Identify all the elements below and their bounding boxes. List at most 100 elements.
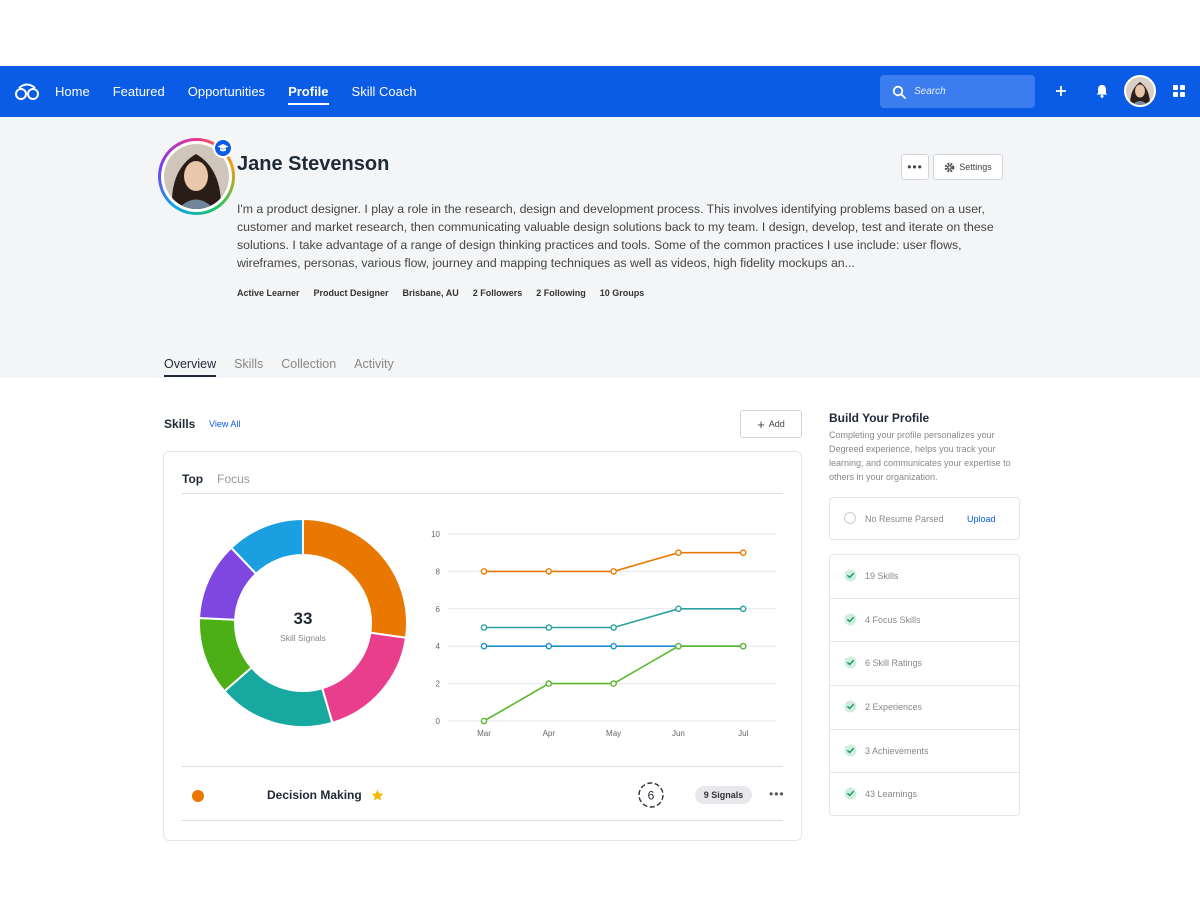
gear-icon xyxy=(944,162,955,172)
skill-rating-value: 6 xyxy=(648,789,655,803)
check-circle-icon xyxy=(844,787,857,800)
series-point-0[interactable] xyxy=(480,568,488,575)
profile-checklist: 19 Skills 4 Focus Skills 6 Skill Ratings 2 … xyxy=(829,554,1020,816)
x-tick-label: Mar xyxy=(477,729,491,738)
tab-focus[interactable]: Focus xyxy=(217,472,250,486)
donut-center-label: Skill Signals xyxy=(280,633,326,643)
profile-bio: I'm a product designer. I play a role in… xyxy=(237,202,994,270)
skill-name[interactable]: Decision Making xyxy=(267,788,362,802)
skill-color-dot xyxy=(192,790,204,802)
checklist-item[interactable]: 4 Focus Skills xyxy=(830,599,1019,643)
series-point-1[interactable] xyxy=(480,624,488,631)
y-tick-label: 8 xyxy=(436,567,441,576)
checklist-item-label: 4 Focus Skills xyxy=(865,614,921,625)
resume-upload-box: No Resume Parsed Upload xyxy=(829,497,1020,540)
y-tick-label: 4 xyxy=(436,642,441,651)
checklist-item[interactable]: 43 Learnings xyxy=(830,773,1019,817)
meta-role: Active Learner xyxy=(237,288,300,298)
apps-grid-icon[interactable] xyxy=(1170,82,1188,100)
check-circle-icon xyxy=(844,656,857,669)
checklist-item-label: 19 Skills xyxy=(865,571,899,581)
nav-skill-coach[interactable]: Skill Coach xyxy=(352,84,417,99)
series-point-2[interactable] xyxy=(480,642,488,650)
x-tick-label: Apr xyxy=(543,729,556,738)
profile-tabs: Overview Skills Collection Activity xyxy=(164,357,412,377)
y-tick-label: 2 xyxy=(436,680,441,689)
profile-avatar xyxy=(158,138,235,215)
y-tick-label: 0 xyxy=(436,717,441,726)
skills-card-tabs: Top Focus xyxy=(182,472,264,486)
nav-opportunities[interactable]: Opportunities xyxy=(188,84,265,99)
settings-button[interactable]: Settings xyxy=(933,154,1003,180)
series-point-3[interactable] xyxy=(739,642,747,650)
plus-icon: + xyxy=(757,416,765,432)
y-tick-label: 10 xyxy=(431,530,440,539)
main-nav: Home Featured Opportunities Profile Skil… xyxy=(55,66,440,117)
meta-groups[interactable]: 10 Groups xyxy=(600,288,645,298)
series-point-1[interactable] xyxy=(610,624,617,631)
build-profile-description: Completing your profile personalizes you… xyxy=(829,430,1011,482)
add-label: Add xyxy=(768,419,785,429)
checklist-item[interactable]: 19 Skills xyxy=(830,555,1019,599)
donut-slice-1[interactable] xyxy=(320,631,408,725)
resume-status-text: No Resume Parsed xyxy=(865,514,944,524)
upload-resume-link[interactable]: Upload xyxy=(967,514,996,524)
check-circle-icon xyxy=(844,613,857,626)
tab-overview[interactable]: Overview xyxy=(164,357,217,377)
tab-activity[interactable]: Activity xyxy=(354,357,394,377)
profile-name: Jane Stevenson xyxy=(237,153,390,175)
meta-followers[interactable]: 2 Followers xyxy=(473,288,523,298)
search-box[interactable] xyxy=(880,75,1035,108)
series-point-1[interactable] xyxy=(739,605,747,613)
y-tick-label: 6 xyxy=(436,605,441,614)
view-all-skills-link[interactable]: View All xyxy=(209,419,240,429)
nav-profile[interactable]: Profile xyxy=(288,84,330,105)
series-point-3[interactable] xyxy=(610,680,617,687)
x-tick-label: Jun xyxy=(672,729,685,738)
check-circle-icon xyxy=(844,569,857,582)
series-point-3[interactable] xyxy=(480,717,488,725)
divider xyxy=(182,766,783,767)
nav-home[interactable]: Home xyxy=(55,84,90,99)
tab-skills[interactable]: Skills xyxy=(234,357,263,377)
series-point-0[interactable] xyxy=(675,549,682,557)
degreed-logo-icon[interactable] xyxy=(14,81,40,101)
empty-circle-icon xyxy=(844,512,856,524)
graduation-cap-badge-icon xyxy=(213,138,233,158)
meta-title: Product Designer xyxy=(313,288,389,298)
series-point-1[interactable] xyxy=(675,605,682,613)
divider xyxy=(182,493,783,494)
build-profile-title: Build Your Profile xyxy=(829,411,930,425)
tab-top[interactable]: Top xyxy=(182,472,203,486)
series-point-2[interactable] xyxy=(545,642,553,650)
series-point-3[interactable] xyxy=(545,680,553,687)
checklist-item[interactable]: 6 Skill Ratings xyxy=(830,642,1019,687)
add-skill-button[interactable]: + Add xyxy=(740,410,802,438)
search-icon xyxy=(892,85,906,99)
donut-slice-0[interactable] xyxy=(302,517,408,639)
tab-collection[interactable]: Collection xyxy=(281,357,336,377)
meta-following[interactable]: 2 Following xyxy=(536,288,586,298)
checklist-item-label: 43 Learnings xyxy=(865,789,918,800)
bell-icon[interactable] xyxy=(1093,82,1111,100)
more-options-button[interactable]: ••• xyxy=(901,154,929,180)
plus-icon[interactable] xyxy=(1052,82,1070,100)
nav-featured[interactable]: Featured xyxy=(113,84,165,99)
meta-location: Brisbane, AU xyxy=(402,288,459,298)
checklist-item[interactable]: 2 Experiences xyxy=(830,686,1019,730)
checklist-item-label: 6 Skill Ratings xyxy=(865,658,923,669)
search-input[interactable] xyxy=(914,86,1024,97)
skill-signals-pill[interactable]: 9 Signals xyxy=(695,786,752,804)
series-point-1[interactable] xyxy=(545,624,553,631)
series-point-3[interactable] xyxy=(675,642,682,650)
skill-row[interactable]: Decision Making 6 9 Signals ••• xyxy=(182,768,785,822)
checklist-item[interactable]: 3 Achievements xyxy=(830,730,1019,774)
skill-rating-badge[interactable]: 6 xyxy=(637,781,665,809)
series-point-0[interactable] xyxy=(610,568,617,575)
user-avatar[interactable] xyxy=(1124,75,1156,107)
series-point-0[interactable] xyxy=(545,568,553,575)
divider xyxy=(182,820,783,821)
series-point-0[interactable] xyxy=(739,549,747,557)
series-point-2[interactable] xyxy=(610,642,617,650)
skill-more-options-button[interactable]: ••• xyxy=(769,787,785,801)
